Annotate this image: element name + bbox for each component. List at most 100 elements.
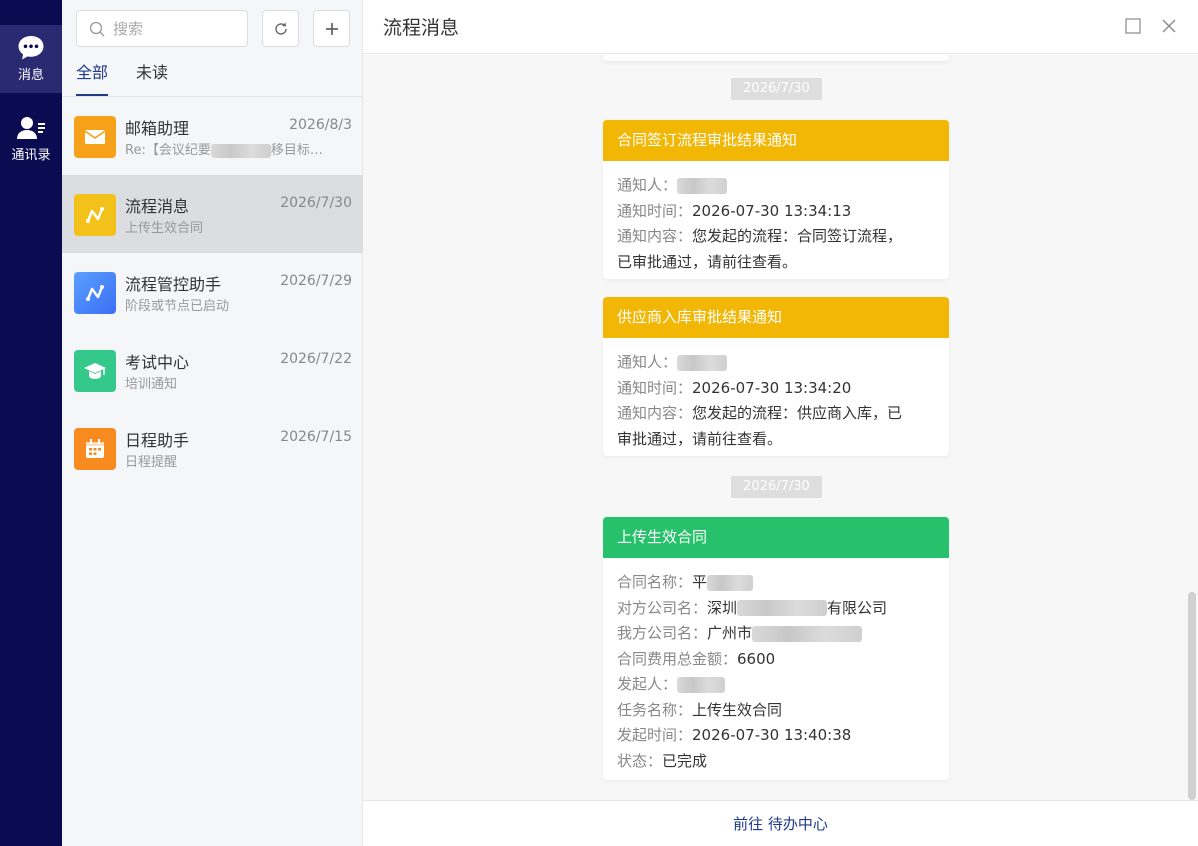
- tab-unread[interactable]: 未读: [136, 62, 168, 96]
- previous-card-stub: [603, 55, 949, 61]
- conversation-item-mail-assistant[interactable]: 邮箱助理 2026/8/3 Re:【会议纪要 移目标…: [62, 97, 363, 175]
- maximize-button[interactable]: [1123, 16, 1143, 36]
- status-value: 已完成: [662, 751, 708, 770]
- conversation-list-panel: 搜索 全部 未读 邮箱助理 2026/8/3 Re:【会议纪要 移目标… 流程消…: [62, 0, 363, 846]
- content-value-line2: 已审批通过，请前往查看。: [617, 252, 798, 271]
- flow-icon: [86, 285, 104, 301]
- task-row: 任务名称：上传生效合同: [617, 698, 935, 724]
- redacted-block: [677, 676, 726, 693]
- contract-name-row: 合同名称：平: [617, 570, 935, 596]
- notification-card-contract-approval[interactable]: 合同签订流程审批结果通知 通知人： 通知时间：2026-07-30 13:34:…: [603, 120, 949, 279]
- notifier-label: 通知人：: [617, 353, 678, 371]
- conversation-preview: 日程提醒: [125, 455, 178, 470]
- conversation-item-exam-center[interactable]: 考试中心 2026/7/22 培训通知: [62, 331, 363, 409]
- close-button[interactable]: [1159, 16, 1179, 36]
- search-input[interactable]: 搜索: [76, 10, 248, 47]
- counterparty-row: 对方公司名：深圳 有限公司: [617, 596, 935, 622]
- our-company-row: 我方公司名：广州市: [617, 621, 935, 647]
- rail-contacts[interactable]: 通讯录: [0, 105, 62, 173]
- conversation-date: 2026/8/3: [289, 117, 352, 133]
- notification-card-supplier-approval[interactable]: 供应商入库审批结果通知 通知人： 通知时间：2026-07-30 13:34:2…: [603, 297, 949, 456]
- card-body: 通知人： 通知时间：2026-07-30 13:34:20 通知内容：您发起的流…: [603, 338, 949, 456]
- add-button[interactable]: [313, 10, 350, 47]
- conversation-name: 邮箱助理: [125, 119, 190, 138]
- content-value-line2: 审批通过，请前往查看。: [617, 429, 783, 448]
- flow-control-avatar: [74, 272, 116, 314]
- date-separator: 2026/7/30: [731, 476, 822, 498]
- search-icon: [89, 21, 105, 36]
- flow-avatar: [74, 194, 116, 236]
- conversation-preview: 培训通知: [125, 377, 178, 392]
- content-label: 通知内容：: [617, 404, 693, 422]
- notifier-row: 通知人：: [617, 173, 935, 199]
- initiator-label: 发起人：: [617, 675, 678, 693]
- goto-todo-center-link[interactable]: 前往 待办中心: [733, 813, 828, 834]
- time-row: 通知时间：2026-07-30 13:34:13: [617, 199, 935, 225]
- tab-all[interactable]: 全部: [76, 62, 109, 96]
- status-row: 状态：已完成: [617, 749, 935, 775]
- redacted-block: [677, 177, 728, 194]
- conversation-item-flow-messages[interactable]: 流程消息 2026/7/30 上传生效合同: [62, 175, 363, 253]
- filter-tabs: 全部 未读: [76, 62, 196, 96]
- notification-card-upload-contract[interactable]: 上传生效合同 合同名称：平 对方公司名：深圳 有限公司 我方公司名：广州市 合同费…: [603, 517, 949, 780]
- rail-contacts-label: 通讯录: [11, 148, 51, 163]
- content-label: 通知内容：: [617, 227, 693, 245]
- main-panel: 流程消息 2026/7/30 合同签订流程审批结果通知 通知人： 通知时间：20…: [363, 0, 1198, 846]
- content-row-2: 审批通过，请前往查看。: [617, 427, 935, 453]
- counterparty-label: 对方公司名：: [617, 598, 708, 617]
- mail-avatar: [74, 116, 116, 158]
- conversation-name: 日程助手: [125, 431, 190, 450]
- contract-name-value: 平: [692, 573, 708, 591]
- plus-icon: [325, 22, 338, 35]
- conversation-item-flow-control[interactable]: 流程管控助手 2026/7/29 阶段或节点已启动: [62, 253, 363, 331]
- notifier-row: 通知人：: [617, 350, 935, 376]
- redacted-block: [752, 625, 863, 642]
- card-title: 上传生效合同: [603, 517, 949, 558]
- redacted-block: [677, 354, 728, 371]
- redacted-block: [210, 143, 271, 158]
- conversation-date: 2026/7/30: [280, 195, 352, 211]
- start-time-value: 2026-07-30 13:40:38: [692, 726, 852, 744]
- amount-label: 合同费用总金额：: [617, 649, 738, 668]
- content-value-line1: 您发起的流程：合同签订流程，: [692, 227, 903, 245]
- graduation-cap-icon: [84, 363, 106, 379]
- time-label: 通知时间：: [617, 378, 693, 397]
- flow-icon: [86, 207, 104, 223]
- scrollbar[interactable]: [1188, 592, 1196, 800]
- schedule-avatar: [74, 428, 116, 470]
- conversation-date: 2026/7/29: [280, 273, 352, 289]
- initiator-row: 发起人：: [617, 672, 935, 698]
- conversation-preview: 上传生效合同: [125, 221, 204, 236]
- conversation-name: 流程管控助手: [125, 275, 222, 294]
- refresh-icon: [274, 22, 287, 35]
- maximize-icon: [1125, 18, 1141, 34]
- search-placeholder: 搜索: [113, 20, 144, 38]
- conversation-item-schedule[interactable]: 日程助手 2026/7/15 日程提醒: [62, 409, 363, 487]
- conversation-name: 考试中心: [125, 353, 190, 372]
- notifier-label: 通知人：: [617, 176, 678, 194]
- left-rail: 消息 通讯录: [0, 0, 62, 846]
- content-row: 通知内容：您发起的流程：供应商入库，已: [617, 401, 935, 427]
- time-label: 通知时间：: [617, 201, 693, 220]
- our-company-label: 我方公司名：: [617, 624, 708, 642]
- message-area[interactable]: 2026/7/30 合同签订流程审批结果通知 通知人： 通知时间：2026-07…: [363, 55, 1198, 800]
- counterparty-prefix: 深圳: [707, 598, 738, 617]
- mail-icon: [84, 130, 106, 144]
- status-label: 状态：: [617, 751, 663, 770]
- time-value: 2026-07-30 13:34:20: [692, 378, 852, 397]
- redacted-block: [737, 600, 828, 616]
- card-body: 通知人： 通知时间：2026-07-30 13:34:13 通知内容：您发起的流…: [603, 161, 949, 279]
- card-body: 合同名称：平 对方公司名：深圳 有限公司 我方公司名：广州市 合同费用总金额：66…: [603, 558, 949, 780]
- our-company-value: 广州市: [707, 624, 753, 642]
- contacts-icon: [17, 117, 45, 139]
- rail-messages[interactable]: 消息: [0, 25, 62, 93]
- preview-prefix: Re:【会议纪要: [125, 143, 211, 158]
- refresh-button[interactable]: [262, 10, 299, 47]
- redacted-block: [707, 574, 754, 591]
- rail-messages-label: 消息: [17, 68, 44, 83]
- date-separator: 2026/7/30: [731, 78, 822, 100]
- start-time-label: 发起时间：: [617, 726, 693, 744]
- chat-bubble-icon: [18, 36, 44, 60]
- time-value: 2026-07-30 13:34:13: [692, 201, 852, 220]
- conversation-name: 流程消息: [125, 197, 190, 216]
